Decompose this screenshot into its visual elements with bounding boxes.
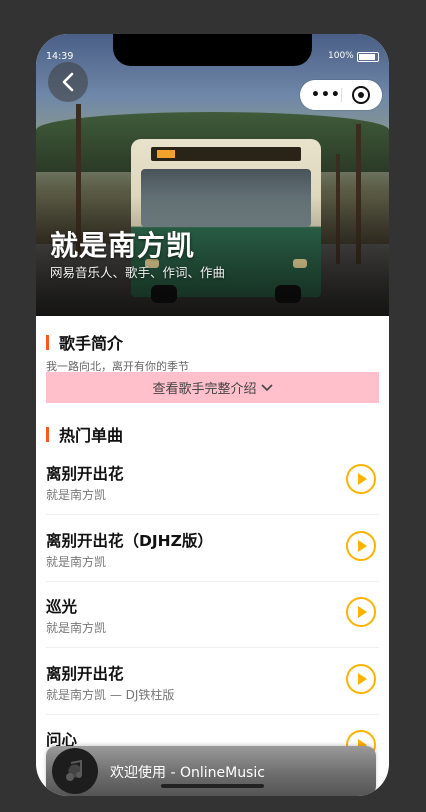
back-arrow-icon xyxy=(62,72,74,92)
hot-section-header: 热门单曲 xyxy=(46,422,123,446)
song-artist: 就是南方凯 — DJ铁柱版 xyxy=(46,688,175,702)
song-artist: 就是南方凯 xyxy=(46,488,107,502)
artist-hero-image: 就是南方凯 网易音乐人、歌手、作词、作曲 xyxy=(36,34,389,316)
view-full-intro-button[interactable]: 查看歌手完整介绍 xyxy=(46,372,379,403)
battery-icon xyxy=(357,52,379,62)
song-title: 离别开出花 xyxy=(46,665,124,683)
section-accent-bar xyxy=(46,426,49,442)
song-title: 离别开出花 xyxy=(46,465,124,483)
song-artist: 就是南方凯 xyxy=(46,555,107,569)
play-circle-icon[interactable] xyxy=(346,597,376,627)
view-full-intro-label: 查看歌手完整介绍 xyxy=(152,382,257,397)
target-icon[interactable] xyxy=(352,86,370,104)
section-accent-bar xyxy=(46,334,49,350)
intro-section-header: 歌手简介 xyxy=(46,330,123,354)
play-circle-icon[interactable] xyxy=(346,464,376,494)
song-artist: 就是南方凯 xyxy=(46,621,107,635)
play-circle-icon[interactable] xyxy=(346,664,376,694)
artist-subtitle: 网易音乐人、歌手、作词、作曲 xyxy=(50,265,226,280)
home-indicator xyxy=(161,784,264,788)
music-disc-icon[interactable] xyxy=(52,748,98,794)
song-title: 离别开出花（DJHZ版） xyxy=(46,532,213,550)
song-title: 巡光 xyxy=(46,598,78,616)
more-dots-icon[interactable]: ••• xyxy=(311,87,341,103)
status-battery: 100% xyxy=(328,51,354,61)
song-item[interactable]: 离别开出花 就是南方凯 xyxy=(46,448,379,515)
player-label: 欢迎使用 - OnlineMusic xyxy=(110,765,265,781)
phone-screen: 就是南方凯 网易音乐人、歌手、作词、作曲 14:39 100% ••• 歌手简介… xyxy=(36,34,389,796)
play-circle-icon[interactable] xyxy=(346,531,376,561)
song-item[interactable]: 离别开出花 就是南方凯 — DJ铁柱版 xyxy=(46,648,379,715)
device-notch xyxy=(113,34,312,66)
chevron-down-icon xyxy=(260,383,273,391)
status-time: 14:39 xyxy=(46,51,74,62)
back-button[interactable] xyxy=(48,62,88,102)
artist-name: 就是南方凯 xyxy=(50,229,196,262)
music-player-bar[interactable]: 欢迎使用 - OnlineMusic xyxy=(46,746,376,796)
mini-program-capsule: ••• xyxy=(300,80,382,110)
song-item[interactable]: 离别开出花（DJHZ版） 就是南方凯 xyxy=(46,515,379,582)
intro-heading: 歌手简介 xyxy=(59,334,124,353)
hot-heading: 热门单曲 xyxy=(59,426,124,445)
song-item[interactable]: 巡光 就是南方凯 xyxy=(46,581,379,648)
